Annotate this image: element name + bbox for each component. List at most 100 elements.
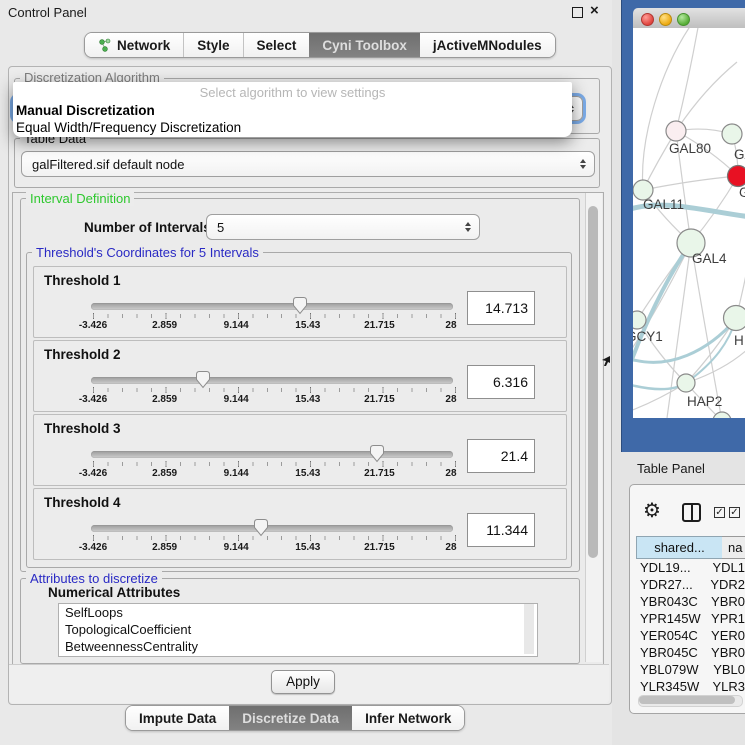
table-row[interactable]: YDR27... YDR2 (636, 576, 745, 593)
algorithm-dropdown-popup: Select algorithm to view settings Manual… (13, 82, 572, 137)
node-label: GAL4 (692, 251, 727, 266)
apply-button[interactable]: Apply (271, 670, 335, 694)
threshold-3-value-field[interactable]: 21.4 (467, 439, 535, 473)
tab-style-label: Style (197, 38, 229, 53)
checkbox-icon[interactable]: ✓ (714, 507, 725, 518)
table-row[interactable]: YLR345W YLR3 (636, 678, 745, 694)
tab-impute-data[interactable]: Impute Data (126, 706, 229, 730)
tab-cyni-toolbox[interactable]: Cyni Toolbox (309, 33, 420, 57)
threshold-4-label: Threshold 4 (44, 495, 121, 510)
threshold-1-slider-thumb[interactable] (292, 296, 308, 315)
gear-icon[interactable]: ⚙ (643, 498, 661, 523)
list-item[interactable]: SelfLoops (59, 604, 537, 621)
network-nodes[interactable] (633, 121, 745, 418)
tab-impute-data-label: Impute Data (139, 711, 216, 726)
threshold-2-slider-thumb[interactable] (195, 370, 211, 389)
threshold-1-value-field[interactable]: 14.713 (467, 291, 535, 325)
threshold-2-value-field[interactable]: 6.316 (467, 365, 535, 399)
table-row[interactable]: YBL079W YBL0 (636, 661, 745, 678)
algorithm-option-manual[interactable]: Manual Discretization (16, 103, 155, 118)
list-item[interactable]: TopologicalCoefficient (59, 621, 537, 638)
thresholds-group-title: Threshold's Coordinates for 5 Intervals (32, 245, 263, 260)
tab-discretize-data[interactable]: Discretize Data (229, 706, 352, 730)
control-panel: Control Panel × Network Style Select (0, 0, 612, 745)
node-label: HAP2 (687, 394, 722, 409)
combo-arrows-icon (580, 159, 586, 169)
bottom-tabs: Impute Data Discretize Data Infer Networ… (125, 705, 465, 731)
tab-infer-network[interactable]: Infer Network (352, 706, 464, 730)
threshold-1-panel: Threshold 1 -3.426 2.859 9.144 15.43 21.… (33, 266, 567, 338)
network-canvas[interactable]: GAL80 GA G GAL11 GAL4 GCY1 H HAP2 (633, 28, 745, 418)
mouse-cursor (601, 355, 611, 367)
table-data-combo[interactable]: galFiltered.sif default node (21, 151, 595, 177)
threshold-4-value-field[interactable]: 11.344 (467, 513, 535, 547)
numerical-attributes-list[interactable]: SelfLoops TopologicalCoefficient Between… (58, 603, 538, 657)
threshold-4-slider-thumb[interactable] (253, 518, 269, 537)
table-row[interactable]: YDL19... YDL1 (636, 559, 745, 576)
close-icon[interactable]: × (590, 2, 599, 19)
threshold-3-slider-thumb[interactable] (369, 444, 385, 463)
node-cut-right[interactable] (724, 306, 745, 331)
number-of-intervals-combo[interactable]: 5 (206, 214, 480, 240)
network-window-titlebar[interactable] (633, 8, 745, 29)
threshold-4-panel: Threshold 4 -3.426 2.859 9.144 15.43 21.… (33, 488, 567, 560)
table-row[interactable]: YER054C YER0 (636, 627, 745, 644)
slider-scale-labels: -3.426 2.859 9.144 15.43 21.715 28 (63, 394, 481, 405)
close-traffic-light-icon[interactable] (641, 13, 654, 26)
node-gal80[interactable] (666, 121, 686, 141)
tab-network-label: Network (117, 38, 170, 53)
slider-scale-labels: -3.426 2.859 9.144 15.43 21.715 28 (63, 468, 481, 479)
network-graph: GAL80 GA G GAL11 GAL4 GCY1 H HAP2 (633, 28, 745, 418)
zoom-traffic-light-icon[interactable] (677, 13, 690, 26)
threshold-4-slider-track[interactable] (91, 525, 453, 532)
slider-minor-ticks (93, 536, 456, 540)
table-row[interactable]: YPR145W YPR1 (636, 610, 745, 627)
slider-minor-ticks (93, 462, 456, 466)
combo-arrows-icon (465, 222, 471, 232)
attributes-group-title: Attributes to discretize (26, 571, 162, 586)
algorithm-option-equal-width[interactable]: Equal Width/Frequency Discretization (16, 120, 241, 135)
tab-infer-network-label: Infer Network (365, 711, 451, 726)
table-row[interactable]: YBR045C YBR0 (636, 644, 745, 661)
tab-select-label: Select (257, 38, 297, 53)
threshold-1-slider-track[interactable] (91, 303, 453, 310)
threshold-1-label: Threshold 1 (44, 273, 121, 288)
node-cut-bottom[interactable] (713, 412, 731, 418)
tab-jactivemnodules[interactable]: jActiveMNodules (420, 33, 555, 57)
list-scrollbar[interactable] (524, 604, 534, 654)
node-gcy1[interactable] (633, 311, 646, 329)
tab-cyni-toolbox-label: Cyni Toolbox (322, 38, 407, 53)
tab-style[interactable]: Style (183, 33, 242, 57)
threshold-2-slider-track[interactable] (91, 377, 453, 384)
column-header-shared-name[interactable]: shared... (636, 536, 723, 559)
vertical-scrollbar-thumb[interactable] (588, 206, 598, 558)
table-data-combo-value: galFiltered.sif default node (32, 157, 184, 172)
node-label: G (739, 185, 745, 200)
slider-minor-ticks (93, 314, 456, 318)
tab-network[interactable]: Network (85, 33, 183, 57)
threshold-3-label: Threshold 3 (44, 421, 121, 436)
minimize-traffic-light-icon[interactable] (659, 13, 672, 26)
number-of-intervals-value: 5 (217, 220, 224, 235)
float-window-icon[interactable] (572, 7, 583, 18)
node-label: GCY1 (633, 329, 663, 344)
number-of-intervals-label: Number of Intervals (84, 220, 211, 235)
checkbox-icon[interactable]: ✓ (729, 507, 740, 518)
horizontal-scrollbar-thumb[interactable] (639, 696, 735, 704)
node-hap2[interactable] (677, 374, 695, 392)
application-window: Control Panel × Network Style Select (0, 0, 745, 745)
list-item[interactable]: BetweennessCentrality (59, 638, 537, 655)
threshold-3-panel: Threshold 3 -3.426 2.859 9.144 15.43 21.… (33, 414, 567, 486)
slider-scale-labels: -3.426 2.859 9.144 15.43 21.715 28 (63, 542, 481, 553)
node-highlighted-red[interactable] (728, 166, 745, 187)
table-row[interactable]: YBR043C YBR0 (636, 593, 745, 610)
column-header-name[interactable]: na (722, 536, 745, 559)
node-label: GA (734, 147, 745, 162)
node-label: GAL11 (643, 197, 684, 212)
threshold-2-label: Threshold 2 (44, 347, 121, 362)
tab-select[interactable]: Select (243, 33, 310, 57)
split-columns-icon[interactable] (682, 503, 701, 522)
node-cut-top-right[interactable] (722, 124, 742, 144)
threshold-3-slider-track[interactable] (91, 451, 453, 458)
panel-title: Control Panel (8, 5, 87, 20)
